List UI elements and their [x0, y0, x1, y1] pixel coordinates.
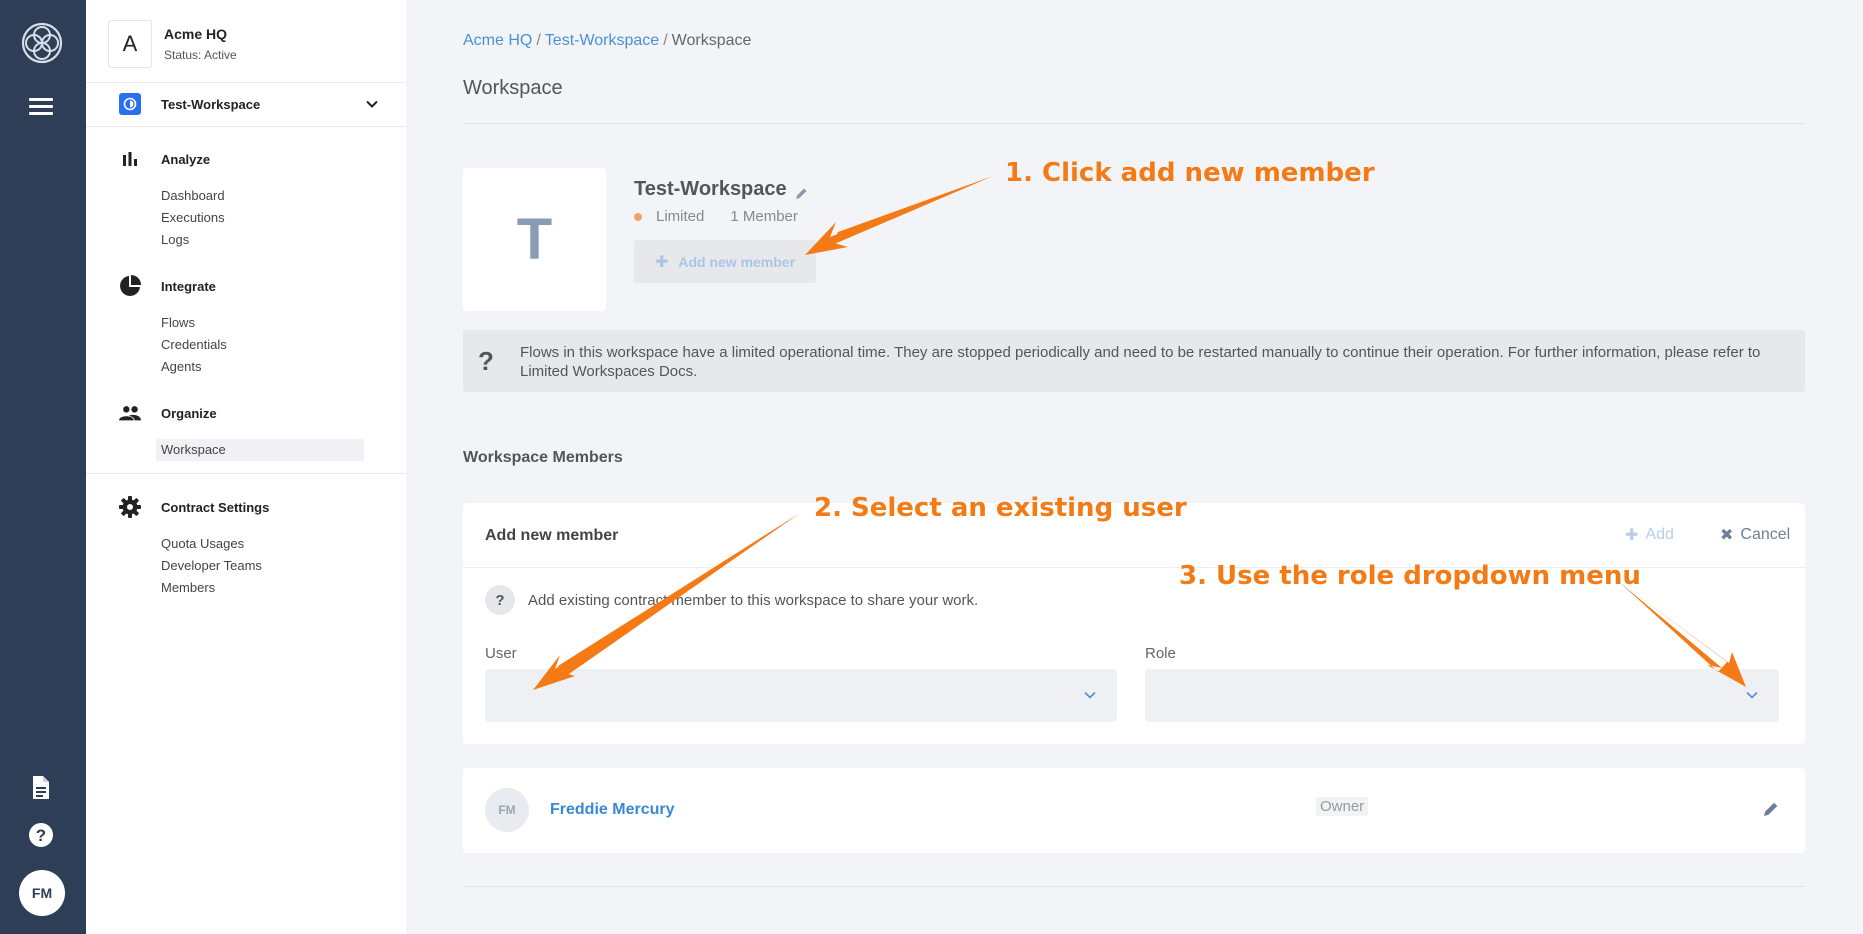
breadcrumb-workspace-link[interactable]: Test-Workspace [545, 32, 659, 49]
divider [86, 473, 406, 474]
workspace-avatar: T [463, 168, 606, 311]
svg-text:?: ? [36, 826, 46, 845]
pencil-icon[interactable] [1763, 801, 1779, 817]
user-select-chevron-wrap [485, 669, 1117, 722]
plus-icon: ✚ [1625, 527, 1639, 544]
member-avatar: FM [485, 788, 529, 832]
add-new-member-button[interactable]: ✚ Add new member [634, 240, 816, 283]
breadcrumb-current: Workspace [671, 32, 752, 49]
sidebar: A Acme HQ Status: Active Test-Workspace … [86, 0, 406, 934]
nav-group-contract: Contract Settings Quota Usages Developer… [119, 495, 269, 599]
member-row: FM Freddie Mercury Owner [463, 768, 1805, 853]
sidebar-item-members[interactable]: Members [161, 577, 269, 599]
section-title: Workspace Members [463, 449, 623, 466]
annotation-step-2: 2. Select an existing user [814, 493, 1187, 523]
plus-icon: ✚ [654, 253, 669, 271]
bar-chart-icon [119, 148, 141, 170]
nav-head-organize[interactable]: Organize [119, 401, 364, 425]
annotation-step-1: 1. Click add new member [1005, 158, 1375, 188]
nav-label-organize: Organize [161, 405, 217, 421]
nav-group-organize: Organize Workspace [119, 401, 364, 461]
sidebar-item-quota-usages[interactable]: Quota Usages [161, 533, 269, 555]
sidebar-item-executions[interactable]: Executions [161, 207, 225, 229]
divider [463, 123, 1805, 124]
workspace-title: Test-Workspace [634, 178, 808, 201]
nav-group-integrate: Integrate Flows Credentials Agents [119, 274, 227, 378]
add-member-panel: Add new member ✚ Add ✖ Cancel ? Add exis… [463, 503, 1805, 744]
nav-group-analyze: Analyze Dashboard Executions Logs [119, 147, 225, 251]
workspace-selector-label: Test-Workspace [161, 96, 261, 112]
breadcrumb-org-link[interactable]: Acme HQ [463, 32, 532, 49]
sidebar-item-agents[interactable]: Agents [161, 356, 227, 378]
sidebar-item-logs[interactable]: Logs [161, 229, 225, 251]
workspace-member-count: 1 Member [730, 208, 798, 225]
divider [86, 82, 406, 83]
user-avatar[interactable]: FM [19, 870, 65, 916]
limited-notice: ? Flows in this workspace have a limited… [463, 330, 1805, 392]
member-role-badge: Owner [1316, 797, 1369, 816]
nav-head-analyze[interactable]: Analyze [119, 147, 225, 171]
nav-label-analyze: Analyze [161, 151, 211, 167]
org-badge: A [108, 20, 152, 68]
divider [463, 886, 1805, 887]
main-content: Acme HQ / Test-Workspace / Workspace Workspa… [406, 0, 1863, 934]
help-icon: ? [485, 585, 515, 615]
people-icon [119, 402, 141, 424]
menu-icon[interactable] [29, 98, 53, 118]
user-field-label: User [485, 645, 517, 662]
annotation-step-3: 3. Use the role dropdown menu [1179, 561, 1641, 591]
workspace-plan: Limited [656, 208, 705, 225]
gear-icon [119, 496, 141, 518]
add-member-panel-title: Add new member [485, 527, 619, 544]
sidebar-item-flows[interactable]: Flows [161, 312, 227, 334]
notice-text: Flows in this workspace have a limited o… [520, 344, 1761, 380]
question-icon: ? [478, 346, 494, 376]
add-member-hint: Add existing contract member to this wor… [528, 592, 979, 609]
sidebar-item-developer-teams[interactable]: Developer Teams [161, 555, 269, 577]
role-select-chevron-wrap [1145, 669, 1779, 722]
workspace-icon [119, 93, 141, 115]
pencil-icon[interactable] [795, 183, 808, 199]
org-header[interactable]: A Acme HQ Status: Active [108, 20, 237, 68]
workspace-meta: Limited 1 Member [634, 208, 798, 225]
help-icon[interactable]: ? [28, 822, 54, 848]
org-name: Acme HQ [164, 26, 228, 42]
chevron-down-icon[interactable] [365, 97, 379, 111]
member-name-link[interactable]: Freddie Mercury [550, 801, 674, 819]
role-field-label: Role [1145, 645, 1176, 662]
nav-head-contract[interactable]: Contract Settings [119, 495, 269, 519]
status-dot [634, 212, 642, 221]
sidebar-item-dashboard[interactable]: Dashboard [161, 185, 225, 207]
cancel-button-label: Cancel [1740, 526, 1791, 543]
left-rail: ? FM [0, 0, 86, 934]
add-button-label: Add [1645, 526, 1674, 543]
pie-chart-icon [119, 275, 141, 297]
nav-head-integrate[interactable]: Integrate [119, 274, 227, 298]
document-icon[interactable] [29, 775, 53, 801]
breadcrumb-separator: / [536, 32, 541, 49]
chevron-down-icon[interactable] [1083, 688, 1097, 702]
close-icon: ✖ [1720, 527, 1734, 544]
workspace-name: Test-Workspace [634, 178, 787, 200]
chevron-down-icon[interactable] [1745, 688, 1759, 702]
sidebar-item-workspace[interactable]: Workspace [156, 439, 364, 461]
page-title: Workspace [463, 77, 563, 99]
breadcrumb-separator: / [663, 32, 668, 49]
workspace-selector[interactable]: Test-Workspace [119, 93, 379, 115]
org-status: Status: Active [164, 48, 237, 62]
cancel-button[interactable]: ✖ Cancel [1720, 525, 1790, 545]
sidebar-item-credentials[interactable]: Credentials [161, 334, 227, 356]
add-new-member-label: Add new member [678, 253, 796, 270]
breadcrumb: Acme HQ / Test-Workspace / Workspace [463, 32, 751, 50]
app-logo-icon[interactable] [20, 21, 64, 65]
divider [86, 126, 406, 127]
add-button[interactable]: ✚ Add [1625, 525, 1674, 545]
nav-label-integrate: Integrate [161, 278, 216, 294]
nav-label-contract: Contract Settings [161, 499, 270, 515]
